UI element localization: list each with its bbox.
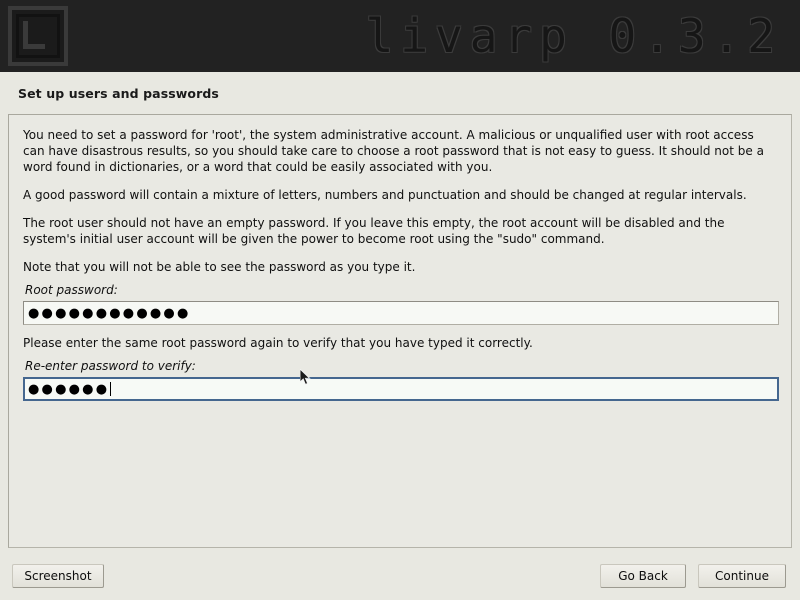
root-password-label: Root password: (25, 283, 118, 297)
root-password-value: ●●●●●●●●●●●● (28, 305, 191, 321)
verify-password-value: ●●●●●● (28, 381, 110, 397)
livarp-l-logo-icon (8, 6, 68, 66)
intro-paragraph: You need to set a password for 'root', t… (23, 128, 764, 174)
button-bar: Screenshot Go Back Continue (0, 556, 800, 600)
verify-instruction: Please enter the same root password agai… (23, 336, 533, 350)
verify-password-label: Re-enter password to verify: (25, 359, 196, 373)
continue-button[interactable]: Continue (698, 564, 786, 588)
page-title: Set up users and passwords (18, 86, 219, 101)
hidden-typing-note: Note that you will not be able to see th… (23, 260, 416, 274)
brand-title: livarp 0.3.2 (365, 9, 782, 63)
go-back-button[interactable]: Go Back (600, 564, 686, 588)
text-caret (110, 382, 112, 396)
empty-password-paragraph: The root user should not have an empty p… (23, 216, 725, 246)
installer-content-panel: You need to set a password for 'root', t… (8, 114, 792, 548)
screenshot-button[interactable]: Screenshot (12, 564, 104, 588)
root-password-input[interactable]: ●●●●●●●●●●●● (23, 301, 779, 325)
app-banner: livarp 0.3.2 (0, 0, 800, 72)
verify-password-input[interactable]: ●●●●●● (23, 377, 779, 401)
good-password-paragraph: A good password will contain a mixture o… (23, 188, 747, 202)
